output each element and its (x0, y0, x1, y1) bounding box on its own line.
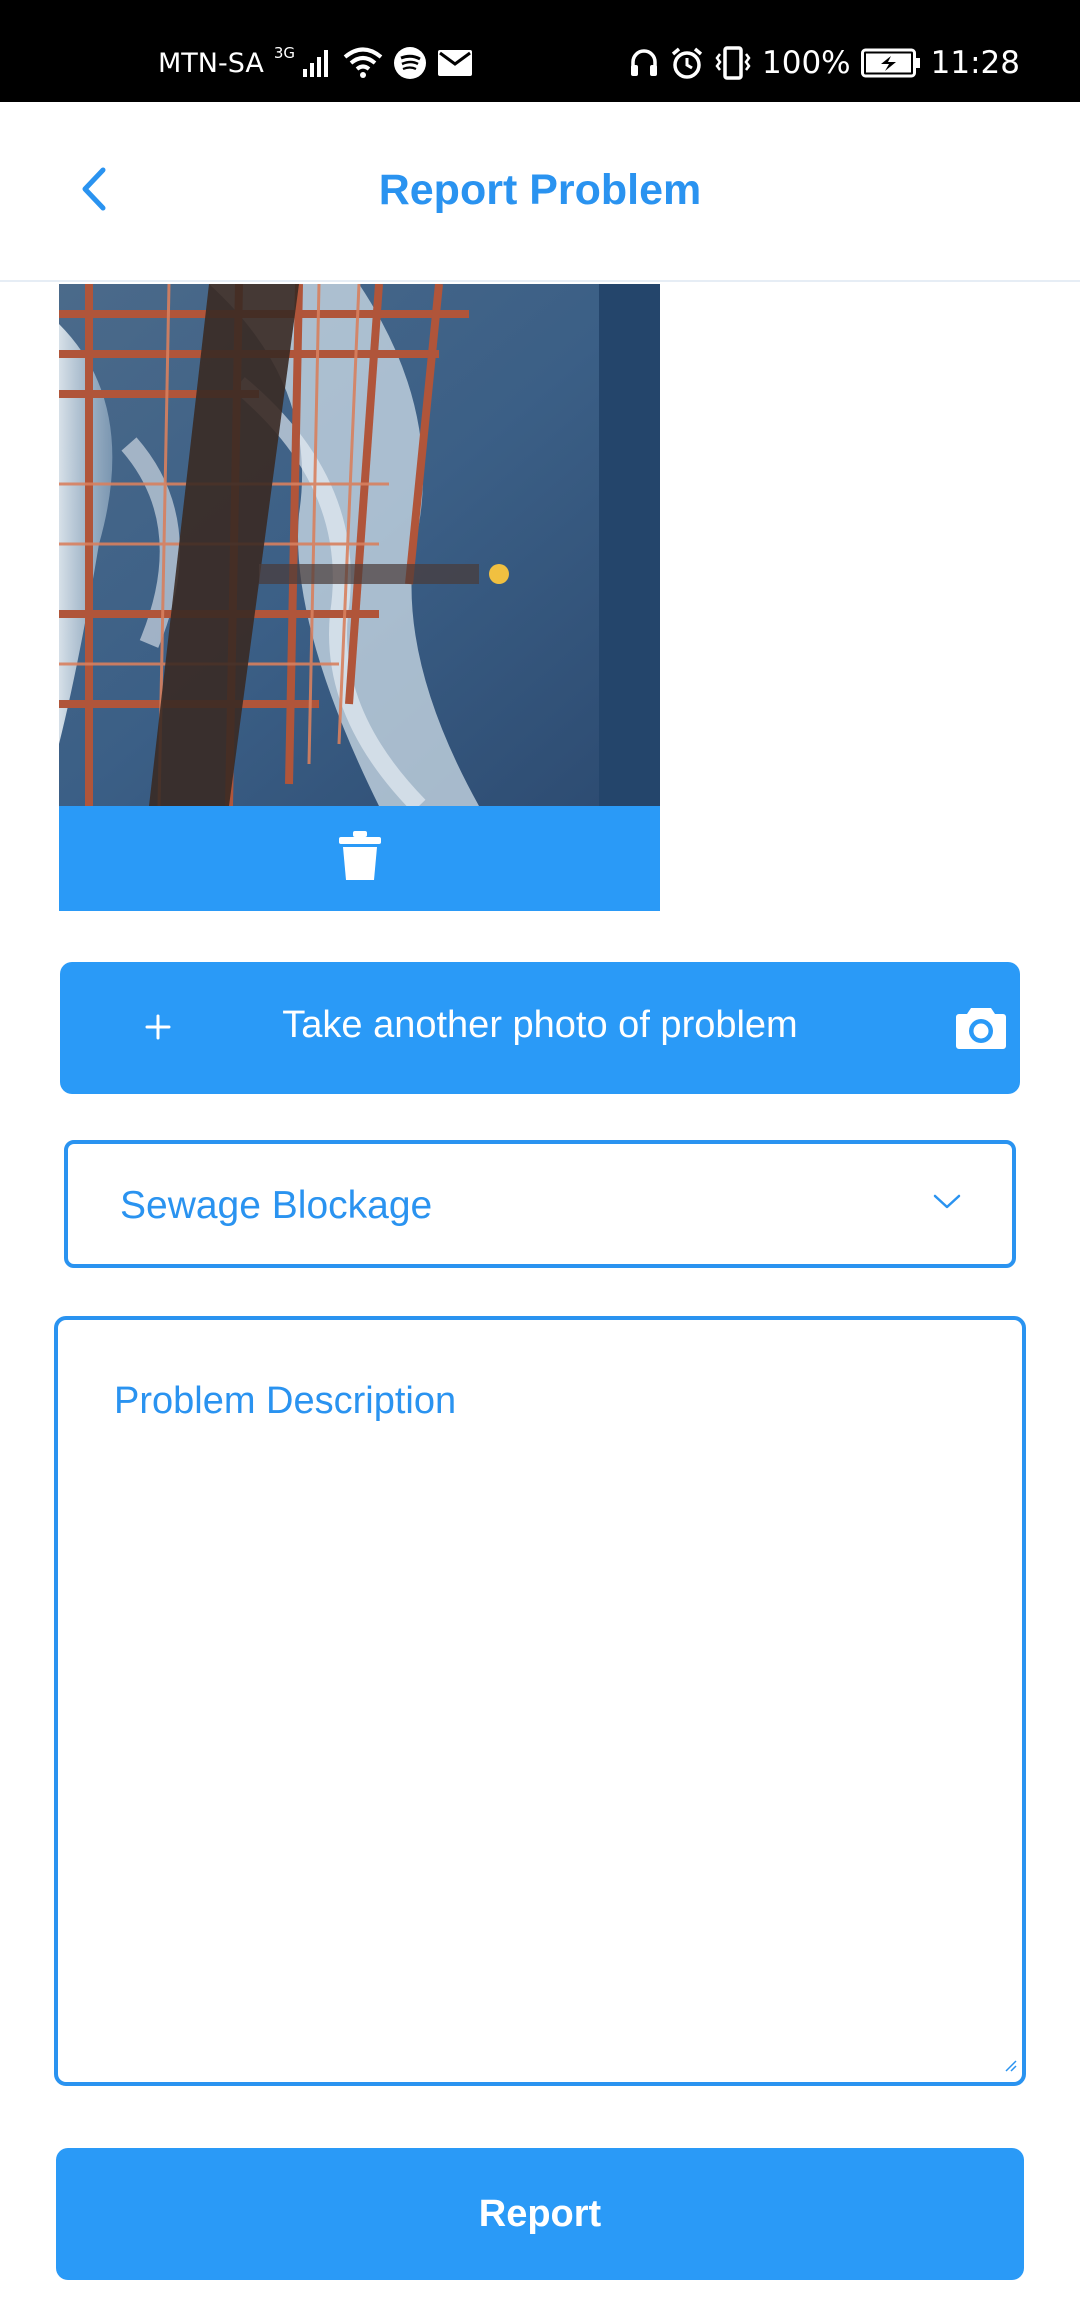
clock: 11:28 (930, 45, 1020, 81)
problem-description-input[interactable] (58, 1320, 1022, 2082)
status-bar-right: 100% 11:28 (628, 38, 1020, 88)
vibrate-icon (714, 46, 752, 80)
wifi-icon (343, 46, 383, 80)
battery-percent: 100% (762, 45, 851, 81)
trash-icon (337, 830, 383, 887)
headphones-icon (628, 47, 660, 79)
mail-icon (437, 49, 473, 77)
app-bar: Report Problem (0, 102, 1080, 282)
network-type: 3G (273, 44, 296, 62)
status-bar-left: MTN-SA 3G (158, 38, 473, 88)
take-another-photo-button[interactable]: Take another photo of problem (60, 962, 1020, 1094)
take-photo-label: Take another photo of problem (282, 1004, 798, 1046)
report-button[interactable]: Report (56, 2148, 1024, 2280)
battery-charging-icon (860, 48, 921, 78)
photo-card (59, 284, 660, 911)
status-bar: MTN-SA 3G 100% 11:28 (0, 0, 1080, 102)
problem-description-field[interactable] (54, 1316, 1026, 2086)
resize-grip-icon[interactable] (1002, 2057, 1018, 2078)
camera-icon (955, 1004, 1007, 1055)
problem-photo (59, 284, 660, 806)
chevron-down-icon (932, 1192, 962, 1217)
problem-category-select[interactable]: Sewage Blockage (64, 1140, 1016, 1268)
problem-category-value: Sewage Blockage (120, 1184, 433, 1227)
alarm-icon (670, 46, 704, 80)
delete-photo-button[interactable] (59, 806, 660, 911)
spotify-icon (393, 46, 427, 80)
page-title: Report Problem (378, 166, 702, 214)
signal-icon (301, 47, 333, 79)
carrier-name: MTN-SA (158, 47, 264, 79)
